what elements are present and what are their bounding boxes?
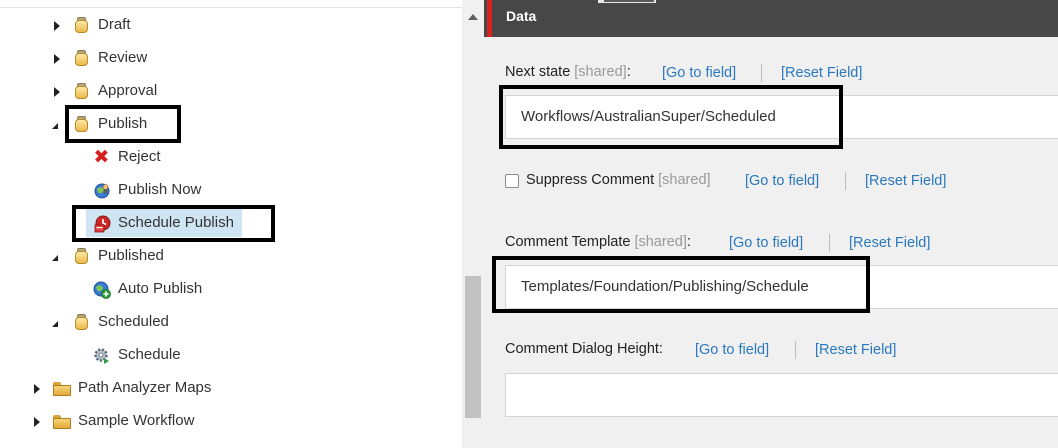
workflow-state-icon: [74, 50, 89, 67]
workflow-state-icon: [74, 248, 89, 265]
tree-item-label: Sample Workflow: [78, 412, 195, 429]
suppress-comment-label: Suppress Comment [shared]: [526, 172, 711, 188]
shared-tag: [shared]: [658, 172, 711, 188]
go-to-field-link[interactable]: [Go to field]: [729, 235, 803, 251]
tree-item-label: Approval: [98, 82, 158, 99]
tree-item-sample-workflow[interactable]: Sample Workflow: [0, 409, 460, 435]
tree-item-draft[interactable]: Draft: [0, 13, 460, 39]
tree-item-label: Scheduled: [98, 313, 169, 330]
scroll-up-arrow-icon[interactable]: [468, 14, 478, 20]
tree-item-schedule[interactable]: Schedule: [0, 343, 460, 369]
expand-arrow-icon[interactable]: [54, 21, 60, 31]
red-x-icon: ✖: [93, 147, 110, 168]
link-separator: [845, 172, 846, 190]
annotation-box-publish: [65, 105, 181, 143]
content-tree: Draft Review Approval Publish ✖ Reject P…: [0, 0, 462, 448]
workflow-state-icon: [74, 314, 89, 331]
section-accent-bar: [487, 0, 492, 37]
globe-add-icon: [93, 281, 111, 299]
tree-item-reject[interactable]: ✖ Reject: [0, 145, 460, 171]
go-to-field-link[interactable]: [Go to field]: [695, 342, 769, 358]
shared-tag: [shared]: [574, 64, 627, 80]
label-colon: :: [626, 64, 631, 80]
annotation-box-next-state: [499, 85, 843, 149]
folder-icon: [53, 382, 71, 396]
go-to-field-link[interactable]: [Go to field]: [745, 173, 819, 189]
reset-field-link[interactable]: [Reset Field]: [849, 235, 930, 251]
comment-template-label: Comment Template [shared] :: [505, 234, 691, 250]
gear-icon: [93, 347, 110, 364]
collapse-arrow-icon[interactable]: [52, 123, 58, 129]
tree-item-label: Published: [98, 247, 164, 264]
reset-field-link[interactable]: [Reset Field]: [865, 173, 946, 189]
collapse-arrow-icon[interactable]: [52, 255, 58, 261]
section-header[interactable]: Data: [484, 0, 1058, 37]
folder-icon: [53, 415, 71, 429]
field-name: Comment Dialog Height:: [505, 341, 663, 357]
content-editor: Data Next state [shared] : [Go to field]…: [484, 0, 1058, 448]
go-to-field-link[interactable]: [Go to field]: [662, 65, 736, 81]
tree-item-label: Reject: [118, 148, 161, 165]
tree-item-auto-publish[interactable]: Auto Publish: [0, 277, 460, 303]
link-separator: [795, 341, 796, 359]
tree-item-label: Auto Publish: [118, 280, 203, 297]
field-name: Next state: [505, 64, 571, 80]
next-state-label: Next state [shared] :: [505, 64, 631, 80]
expand-arrow-icon[interactable]: [34, 384, 40, 394]
annotation-box-comment-template: [492, 256, 870, 313]
tree-item-review[interactable]: Review: [0, 46, 460, 72]
tree-item-path-analyzer-maps[interactable]: Path Analyzer Maps: [0, 376, 460, 402]
collapse-arrow-icon[interactable]: [52, 321, 58, 327]
field-name: Suppress Comment: [526, 172, 655, 188]
expand-arrow-icon[interactable]: [54, 87, 60, 97]
tree-item-label: Draft: [98, 16, 131, 33]
comment-dialog-height-label: Comment Dialog Height:: [505, 341, 663, 357]
tree-item-label: Review: [98, 49, 148, 66]
link-separator: [829, 234, 830, 252]
tree-item-scheduled[interactable]: Scheduled: [0, 310, 460, 336]
workflow-state-icon: [74, 17, 89, 34]
section-title: Data: [506, 8, 537, 24]
annotation-box-schedule-publish: [72, 205, 275, 242]
expand-arrow-icon[interactable]: [54, 54, 60, 64]
reset-field-link[interactable]: [Reset Field]: [781, 65, 862, 81]
shared-tag: [shared]: [634, 234, 687, 250]
comment-dialog-height-field[interactable]: [505, 373, 1058, 417]
link-separator: [761, 64, 762, 82]
expand-arrow-icon[interactable]: [34, 417, 40, 427]
tree-item-label: Schedule: [118, 346, 181, 363]
field-name: Comment Template: [505, 234, 631, 250]
tree-top-border: [0, 0, 462, 8]
tab-indicator-inner: [604, 0, 654, 2]
globe-user-icon: [93, 182, 110, 199]
suppress-comment-checkbox[interactable]: [505, 174, 519, 188]
tree-item-label: Path Analyzer Maps: [78, 379, 212, 396]
tree-item-label: Publish Now: [118, 181, 202, 198]
tree-item-published[interactable]: Published: [0, 244, 460, 270]
tree-item-publish-now[interactable]: Publish Now: [0, 178, 460, 204]
tree-item-approval[interactable]: Approval: [0, 79, 460, 105]
scrollbar-thumb[interactable]: [465, 276, 481, 418]
reset-field-link[interactable]: [Reset Field]: [815, 342, 896, 358]
label-colon: :: [686, 234, 691, 250]
workflow-state-icon: [74, 83, 89, 100]
